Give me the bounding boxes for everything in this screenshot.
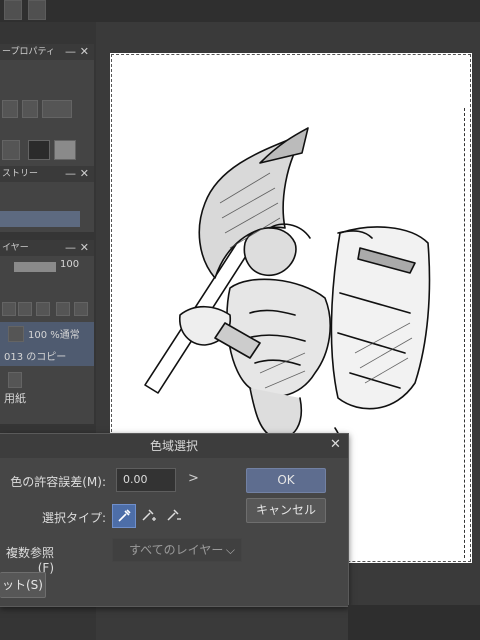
panel-title-bar: ストリー — ✕ [0, 166, 94, 182]
layer-panel: イヤー — ✕ 100 100 %通常 013 のコピー 用紙 [0, 240, 94, 424]
top-toolbar [0, 0, 480, 23]
layer-thumbnail [8, 326, 24, 342]
color-swatch-dark[interactable] [28, 140, 50, 160]
tolerance-slider-arrow[interactable]: > [188, 471, 199, 486]
color-swatch-light[interactable] [54, 140, 76, 160]
layer-property-panel: ープロパティ — ✕ [0, 44, 94, 174]
toolbar-button[interactable] [4, 0, 22, 20]
tolerance-label: 色の許容誤差(M): [10, 475, 106, 489]
pattern-icon[interactable] [22, 100, 38, 118]
eyedropper-minus-icon[interactable] [162, 504, 186, 528]
layer-tool-icon[interactable] [36, 302, 50, 316]
multi-reference-label[interactable]: 複数参照(F) [0, 544, 54, 575]
bottom-status-area [348, 605, 480, 640]
tolerance-input[interactable]: 0.00 [116, 468, 176, 492]
close-icon[interactable]: ✕ [80, 166, 89, 182]
layer-item-selected[interactable]: 100 %通常 013 のコピー [0, 322, 94, 366]
color-range-dialog: 色域選択 ✕ 色の許容誤差(M): 0.00 > 選択タイプ: 複数参照(F) … [0, 433, 349, 607]
opacity-slider[interactable] [14, 262, 56, 272]
dialog-title-bar[interactable]: 色域選択 ✕ [0, 434, 348, 458]
minimize-icon[interactable]: — [65, 44, 76, 60]
selection-type-label: 選択タイプ: [41, 511, 106, 525]
close-icon[interactable]: ✕ [80, 240, 89, 256]
close-icon[interactable]: ✕ [80, 44, 89, 60]
eyedropper-icon[interactable] [112, 504, 136, 528]
trash-icon[interactable] [74, 302, 88, 316]
ok-button[interactable]: OK [246, 468, 326, 493]
layer-item-paper[interactable]: 用紙 [0, 368, 94, 408]
layer-title: イヤー [2, 243, 29, 253]
expression-dropdown[interactable] [2, 140, 20, 160]
panel-title-bar: イヤー — ✕ [0, 240, 94, 256]
close-icon[interactable]: ✕ [330, 437, 341, 452]
reset-button[interactable]: ット(S) [0, 572, 46, 598]
eyedropper-plus-icon[interactable] [137, 504, 161, 528]
minimize-icon[interactable]: — [65, 166, 76, 182]
layer-item-name: 013 のコピー [4, 352, 67, 363]
history-item-selected[interactable] [0, 211, 80, 227]
layer-tool-icon[interactable] [56, 302, 70, 316]
paper-icon [8, 372, 22, 388]
chevron-down-icon: ⌵ [225, 543, 235, 557]
cancel-button[interactable]: キャンセル [246, 498, 326, 523]
effect-icon[interactable] [2, 100, 18, 118]
opacity-value[interactable]: 100 [60, 259, 79, 270]
layer-property-title: ープロパティ [2, 47, 55, 57]
layer-item-opacity: 100 %通常 [28, 330, 80, 341]
minimize-icon[interactable]: — [65, 240, 76, 256]
history-title: ストリー [2, 169, 39, 179]
reference-layer-dropdown[interactable]: すべてのレイヤー ⌵ [112, 538, 242, 562]
layer-tool-icon[interactable] [18, 302, 32, 316]
layer-tool-icon[interactable] [2, 302, 16, 316]
reference-layer-value: すべてのレイヤー [129, 543, 224, 557]
layer-color-dropdown[interactable] [42, 100, 72, 118]
panel-title-bar: ープロパティ — ✕ [0, 44, 94, 60]
toolbar-button[interactable] [28, 0, 46, 20]
paper-label: 用紙 [4, 392, 26, 405]
dialog-title: 色域選択 [149, 439, 198, 453]
history-panel: ストリー — ✕ [0, 166, 94, 232]
